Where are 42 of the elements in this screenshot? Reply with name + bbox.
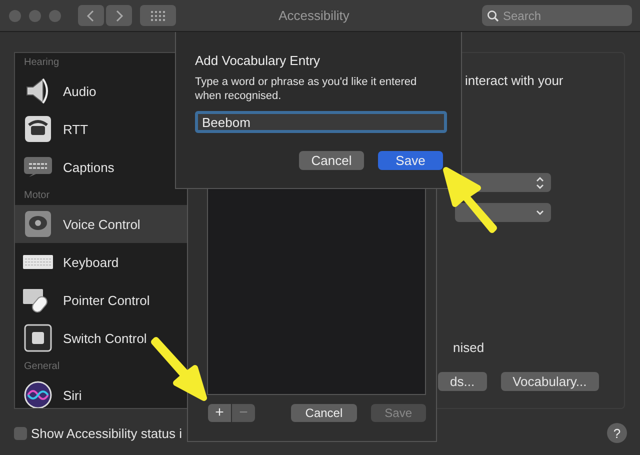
window-title: Accessibility: [278, 8, 350, 23]
chevron-icon: [535, 208, 545, 216]
stepper-icon: [535, 176, 545, 190]
dialog-message: Type a word or phrase as you'd like it entered when recognised.: [195, 75, 418, 103]
search-field[interactable]: Search: [482, 5, 632, 26]
annotation-arrow: [443, 167, 497, 233]
caption-text: nised: [453, 340, 486, 355]
pane-button[interactable]: Vocabulary...: [500, 372, 599, 391]
pane-button[interactable]: ds...: [438, 372, 487, 391]
dialog-title: Add Vocabulary Entry: [195, 53, 322, 68]
voice-icon: [23, 209, 53, 239]
checkbox[interactable]: [14, 426, 27, 440]
sidebar-item[interactable]: Siri: [15, 376, 187, 408]
help-button[interactable]: ?: [607, 423, 627, 443]
phone-icon: [23, 114, 53, 144]
sidebar-item[interactable]: Switch Control: [15, 319, 187, 357]
description-text: interact with your: [465, 73, 564, 88]
section-header: Hearing: [23, 56, 60, 70]
chevron-right-icon: [114, 8, 124, 22]
dialog-button[interactable]: Save: [378, 151, 443, 170]
sidebar-item[interactable]: Voice Control: [15, 205, 187, 243]
back-button[interactable]: [78, 5, 104, 26]
forward-button[interactable]: [106, 5, 132, 26]
sidebar-item[interactable]: Keyboard: [15, 243, 187, 281]
section-header: General: [23, 360, 61, 374]
show-all-button[interactable]: [140, 5, 176, 26]
sheet-button[interactable]: Cancel: [291, 404, 357, 422]
chevron-left-icon: [86, 8, 96, 22]
dialog-button[interactable]: Cancel: [299, 151, 364, 170]
search-icon: [487, 10, 499, 22]
checkbox-label: Show Accessibility status i: [31, 426, 182, 440]
entry-field[interactable]: Beebom: [195, 111, 447, 133]
annotation-arrow: [151, 337, 207, 401]
sidebar-item[interactable]: Captions: [15, 148, 187, 186]
sidebar-item[interactable]: RTT: [15, 110, 187, 148]
switch-icon: [23, 323, 53, 353]
sidebar-item[interactable]: Pointer Control: [15, 281, 187, 319]
add-button[interactable]: +: [208, 404, 231, 422]
siri-icon: [23, 380, 53, 408]
grid-icon: [151, 10, 165, 20]
sidebar-item[interactable]: Audio: [15, 72, 187, 110]
section-header: Motor: [23, 189, 51, 203]
